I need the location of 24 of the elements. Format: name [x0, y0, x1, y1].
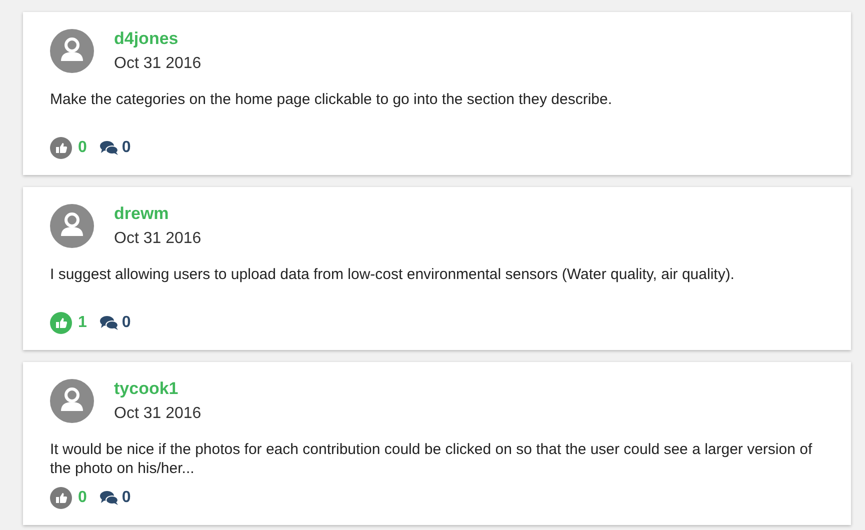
thumbs-up-icon — [50, 312, 72, 334]
post-date: Oct 31 2016 — [114, 404, 202, 424]
post-text: It would be nice if the photos for each contribution could be clicked on so that the user could see a larger version of the photo on his/her... — [50, 440, 814, 478]
thumbs-up-icon — [50, 487, 72, 509]
like-button[interactable]: 1 — [50, 311, 87, 335]
post-date: Oct 31 2016 — [114, 229, 202, 249]
like-button[interactable]: 0 — [50, 486, 87, 510]
post-date: Oct 31 2016 — [114, 54, 202, 74]
avatar-icon — [50, 29, 94, 73]
post-text: Make the categories on the home page clickable to go into the section they describe. — [50, 90, 614, 109]
speech-bubbles-icon — [98, 140, 119, 156]
speech-bubbles-icon — [98, 315, 119, 331]
comments-button[interactable]: 0 — [98, 136, 131, 160]
post-text: I suggest allowing users to upload data from low-cost environmental sensors (Water quality, air quality). — [50, 265, 736, 284]
avatar-icon — [50, 204, 94, 248]
comments-button[interactable]: 0 — [98, 311, 131, 335]
speech-bubbles-icon — [98, 490, 119, 506]
comments-button[interactable]: 0 — [98, 486, 131, 510]
username-link[interactable]: drewm — [114, 203, 202, 225]
username-link[interactable]: d4jones — [114, 28, 202, 50]
username-link[interactable]: tycook1 — [114, 378, 202, 400]
avatar-icon — [50, 379, 94, 423]
like-button[interactable]: 0 — [50, 136, 87, 160]
thumbs-up-icon — [50, 137, 72, 159]
